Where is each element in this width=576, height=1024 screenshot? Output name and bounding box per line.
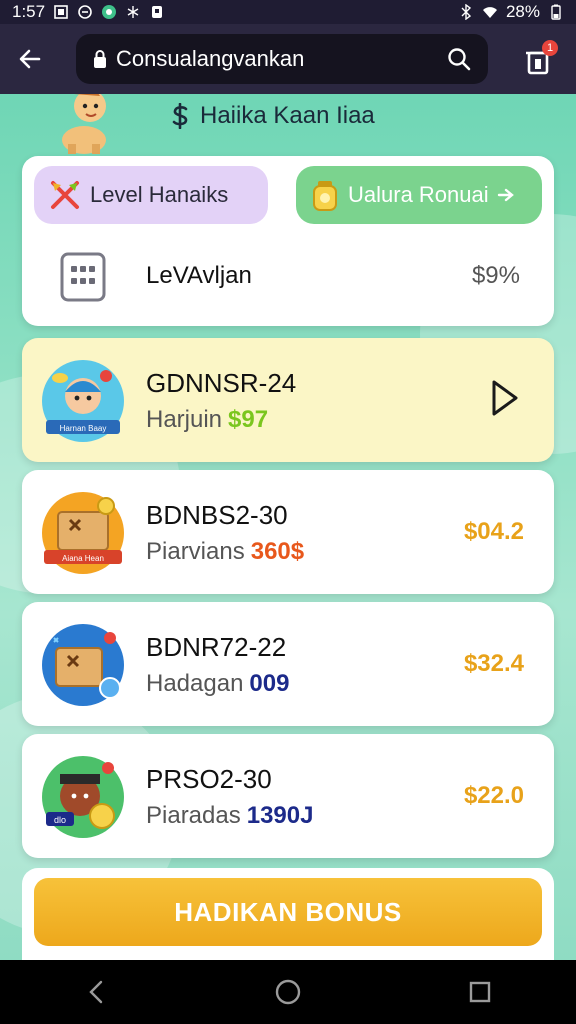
nav-back-button[interactable] — [66, 962, 126, 1022]
page-header: Haiika Kaan Iiaa — [0, 94, 576, 154]
item-code: BDNR72-22 — [146, 632, 287, 662]
back-button[interactable] — [0, 24, 60, 94]
level-pill-label: Level Hanaiks — [90, 182, 229, 207]
badge-text: Harnan Baay — [60, 424, 107, 433]
battery-level: 28% — [505, 2, 540, 21]
nav-recents-button[interactable] — [450, 962, 510, 1022]
level-name: LeVAvljan — [146, 262, 252, 289]
item-code: PRSO2-30 — [146, 764, 272, 794]
character-coin-badge-icon: dlo — [42, 756, 124, 838]
item-amount: $04.2 — [463, 518, 524, 545]
browser-toolbar: Consualangvankan 1 — [0, 24, 576, 94]
item-subtitle: Harjuin $97 — [146, 406, 268, 434]
nav-home-button[interactable] — [258, 962, 318, 1022]
level-card: Level Hanaiks Ualura Ronuai LeVAvljan $9… — [22, 156, 554, 326]
status-time: 1:57 — [12, 2, 46, 21]
page-title-text: Haiika Kaan Iiaa — [200, 102, 375, 129]
item-sub-value: 009 — [249, 670, 290, 697]
bonus-list-item[interactable]: Harnan Baay GDNNSR-24 Harjuin $97 — [22, 338, 554, 462]
status-bar: 1:57 28% — [0, 0, 576, 24]
value-bonus-pill-button[interactable]: Ualura Ronuai — [296, 166, 542, 224]
vpn-icon — [78, 5, 92, 19]
play-icon[interactable] — [490, 378, 520, 418]
item-code: BDNBS2-30 — [146, 500, 288, 530]
item-sub-value: 360$ — [250, 538, 305, 565]
page-title: Haiika Kaan Iiaa — [168, 102, 375, 130]
mascot-icon — [62, 94, 106, 154]
item-code: GDNNSR-24 — [146, 368, 297, 398]
item-subtitle: Hadagan 009 — [146, 670, 289, 698]
coin-jar-icon — [313, 181, 337, 211]
app-icon — [102, 5, 117, 19]
url-text: Consualangvankan — [116, 46, 305, 71]
screenshot-icon — [54, 5, 68, 19]
waffle-badge-icon: Aiana Hean — [42, 492, 124, 574]
search-icon[interactable] — [446, 46, 472, 72]
sync-icon — [127, 6, 139, 18]
item-amount: $22.0 — [463, 782, 524, 809]
item-sub-label: Hadagan — [146, 670, 244, 697]
nav-recents-icon — [469, 981, 491, 1003]
item-sub-label: Piarvians — [146, 538, 245, 565]
level-row[interactable]: LeVAvljan $9% — [22, 242, 554, 312]
item-amount: $32.4 — [463, 650, 524, 677]
tabs-button[interactable]: 1 — [516, 38, 560, 82]
arrow-left-icon — [19, 49, 41, 69]
character-badge-icon: Harnan Baay — [42, 360, 124, 442]
biscuit-badge-icon — [42, 624, 124, 706]
cta-container: HADIKAN BONUS — [22, 868, 554, 960]
crossed-swords-icon — [51, 181, 79, 209]
notification-icon — [152, 6, 163, 18]
tab-count-badge: 1 — [542, 40, 558, 56]
item-subtitle: Piarvians 360$ — [146, 538, 304, 566]
badge-text: Aiana Hean — [62, 554, 104, 563]
claim-bonus-button[interactable]: HADIKAN BONUS — [34, 878, 542, 946]
bluetooth-icon — [461, 4, 472, 20]
item-subtitle: Piaradas 1390J — [146, 802, 313, 830]
bonus-list-item[interactable]: BDNR72-22 Hadagan 009 $32.4 — [22, 602, 554, 726]
nav-back-icon — [89, 980, 103, 1004]
badge-text: dlo — [54, 815, 66, 825]
url-field[interactable]: Consualangvankan — [76, 34, 488, 84]
lock-icon — [94, 50, 106, 68]
level-percent: $9% — [471, 262, 520, 289]
item-sub-label: Piaradas — [146, 802, 241, 829]
item-sub-value: $97 — [228, 406, 269, 433]
battery-icon — [551, 4, 561, 20]
wifi-icon — [482, 7, 497, 18]
bonus-list-item[interactable]: dlo PRSO2-30 Piaradas 1390J $22.0 — [22, 734, 554, 858]
bonus-list-item[interactable]: Aiana Hean BDNBS2-30 Piarvians 360$ $04.2 — [22, 470, 554, 594]
item-sub-value: 1390J — [246, 802, 314, 829]
dice-grid-icon — [60, 252, 106, 302]
item-sub-label: Harjuin — [146, 406, 223, 433]
page-content: Haiika Kaan Iiaa Level Hanaiks Ualura Ro… — [0, 94, 576, 960]
nav-home-icon — [275, 979, 301, 1005]
system-nav-bar — [0, 960, 576, 1024]
arrow-right-icon — [497, 188, 514, 202]
level-pill-button[interactable]: Level Hanaiks — [34, 166, 268, 224]
dollar-sign-icon — [172, 103, 188, 129]
value-pill-label: Ualura Ronuai — [348, 182, 489, 207]
